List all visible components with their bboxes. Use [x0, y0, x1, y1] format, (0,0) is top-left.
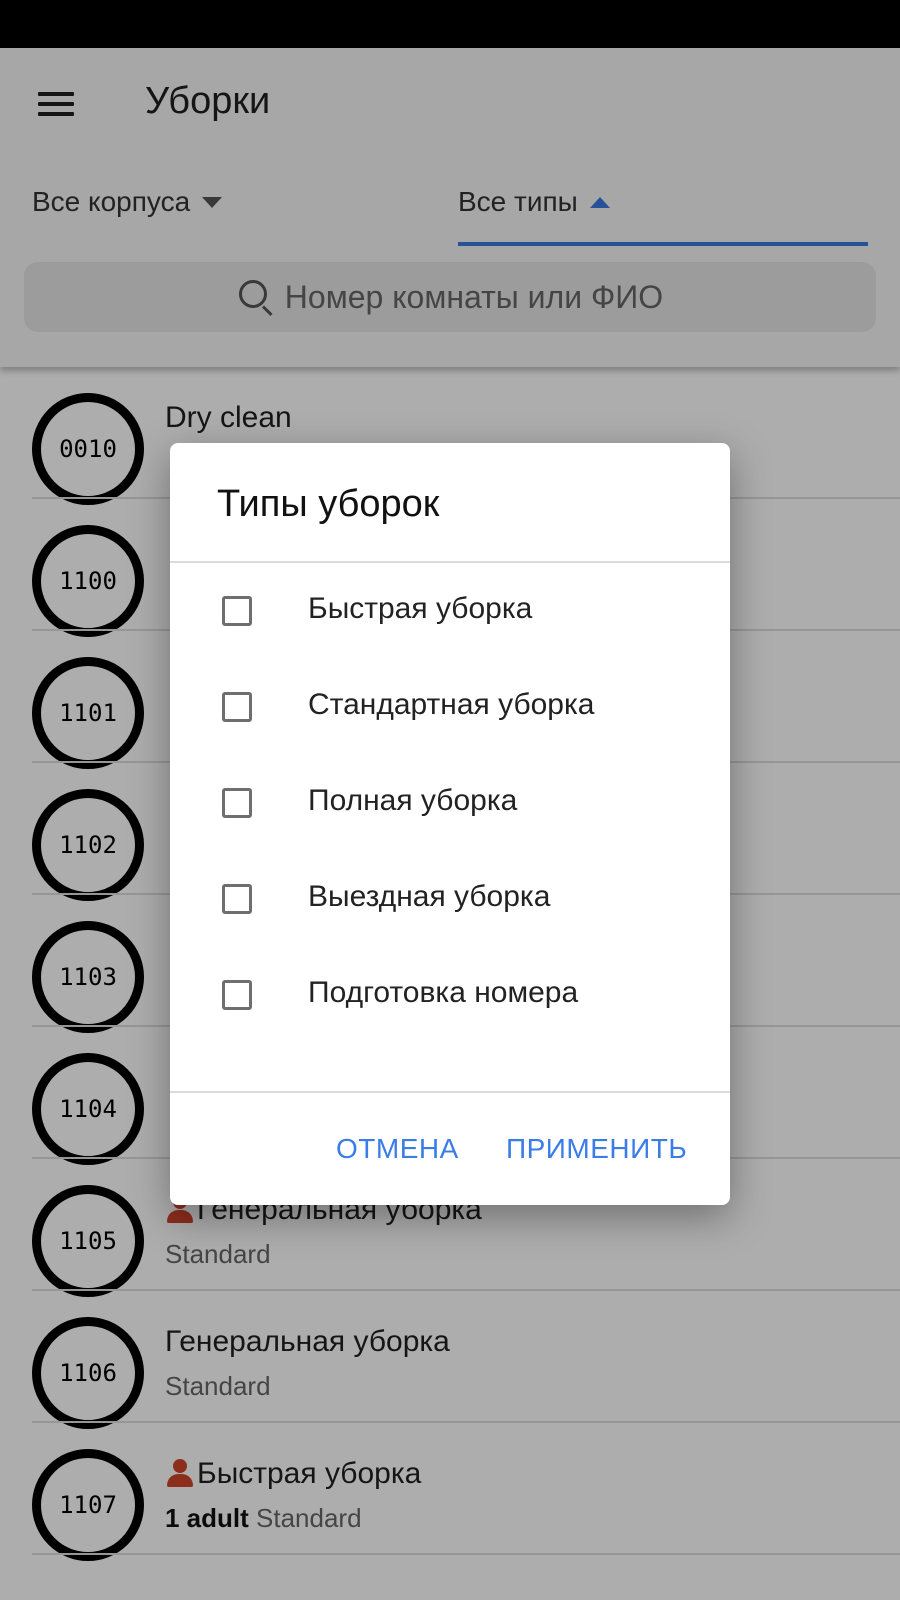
cleaning-type-option[interactable]: Стандартная уборка	[170, 659, 730, 755]
cleaning-types-dialog: Типы уборок Быстрая уборка Стандартная уб…	[170, 443, 730, 1205]
apply-button[interactable]: ПРИМЕНИТЬ	[506, 1133, 687, 1165]
cleaning-type-option[interactable]: Полная уборка	[170, 755, 730, 851]
dialog-options-list[interactable]: Быстрая уборка Стандартная уборка Полная у…	[170, 563, 730, 1033]
option-label: Быстрая уборка	[308, 592, 533, 625]
checkbox[interactable]	[222, 692, 252, 722]
option-label: Выездная уборка	[308, 880, 551, 913]
option-label: Полная уборка	[308, 784, 518, 817]
cancel-button[interactable]: ОТМЕНА	[336, 1133, 459, 1165]
cleaning-type-option[interactable]: Выездная уборка	[170, 851, 730, 947]
divider	[170, 1091, 730, 1093]
status-bar	[0, 0, 900, 48]
option-label: Стандартная уборка	[308, 688, 595, 721]
checkbox[interactable]	[222, 884, 252, 914]
checkbox[interactable]	[222, 596, 252, 626]
dialog-title: Типы уборок	[217, 483, 440, 525]
checkbox[interactable]	[222, 980, 252, 1010]
cleaning-type-option[interactable]: Быстрая уборка	[170, 563, 730, 659]
cleaning-type-option[interactable]: Подготовка номера	[170, 947, 730, 1033]
option-label: Подготовка номера	[308, 976, 579, 1009]
checkbox[interactable]	[222, 788, 252, 818]
